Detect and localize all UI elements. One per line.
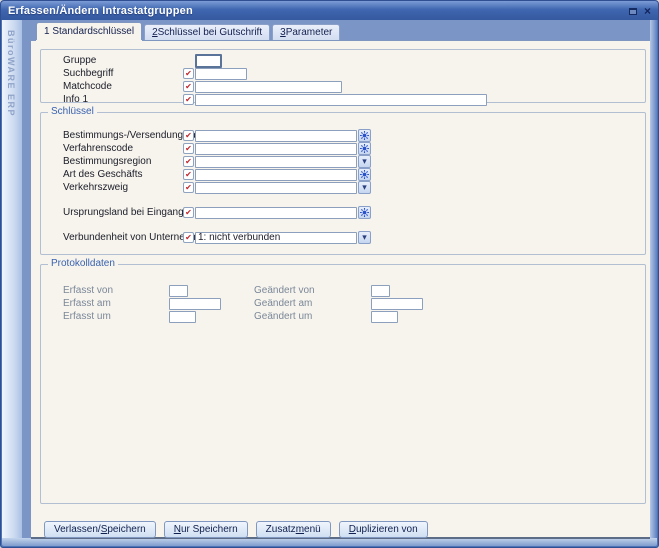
edit-check-icon[interactable]: ✔ [183,156,194,167]
edit-check-icon[interactable]: ✔ [183,94,194,105]
field-row: Erfasst um Geändert um [41,310,645,323]
main-area: 1 Standardschlüssel 2 Schlüssel bei Guts… [31,20,650,539]
tab-parameter[interactable]: 3 Parameter [272,24,340,40]
dropdown-button[interactable]: ▾ [358,181,371,194]
field-row: Bestimmungsregion ✔ ▾ [41,155,645,168]
lookup-gear-button[interactable] [358,206,371,219]
general-group: Gruppe Suchbegriff ✔ Matchcode ✔ Info 1 … [40,49,646,103]
erfasst-am-input[interactable] [169,298,221,310]
edit-check-icon[interactable]: ✔ [183,68,194,79]
verkehrszweig-input[interactable] [195,182,357,194]
field-row: Erfasst am Geändert am [41,297,645,310]
schluessel-group-title: Schlüssel [48,106,97,118]
window-title: Erfassen/Ändern Intrastatgruppen [8,5,629,17]
verfahrenscode-label: Verfahrenscode [63,143,183,154]
dropdown-button[interactable]: ▾ [358,155,371,168]
footer-button-bar: Verlassen/Speichern Nur Speichern Zusatz… [44,521,428,538]
erfasst-um-label: Erfasst um [63,311,169,322]
tab-schluessel-bei-gutschrift[interactable]: 2 Schlüssel bei Gutschrift [144,24,270,40]
field-row: Verkehrszweig ✔ ▾ [41,181,645,194]
titlebar[interactable]: Erfassen/Ändern Intrastatgruppen × [1,1,658,20]
erfasst-von-input[interactable] [169,285,188,297]
art-des-geschaefts-label: Art des Geschäfts [63,169,183,180]
gear-icon [360,208,369,217]
ursprungsland-label: Ursprungsland bei Eingang [63,207,183,218]
lookup-gear-button[interactable] [358,142,371,155]
protokolldaten-group: Protokolldaten Erfasst von Geändert von … [40,264,646,504]
protokolldaten-group-title: Protokolldaten [48,258,118,270]
edit-check-icon[interactable]: ✔ [183,182,194,193]
schluessel-group: Schlüssel Bestimmungs-/Versendungsland ✔… [40,112,646,255]
left-divider [22,20,31,539]
verfahrenscode-input[interactable] [195,143,357,155]
art-des-geschaefts-input[interactable] [195,169,357,181]
matchcode-label: Matchcode [63,81,183,92]
gear-icon [360,131,369,140]
erfasst-um-input[interactable] [169,311,196,323]
chevron-down-icon: ▾ [362,157,367,166]
field-row: Matchcode ✔ [41,80,645,93]
field-row: Suchbegriff ✔ [41,67,645,80]
window-border-bottom [2,538,657,546]
tab-bar: 1 Standardschlüssel 2 Schlüssel bei Guts… [31,20,650,40]
edit-check-icon[interactable]: ✔ [183,143,194,154]
field-row: Verfahrenscode ✔ [41,142,645,155]
verlassen-speichern-button[interactable]: Verlassen/Speichern [44,521,156,538]
gruppe-input[interactable] [195,54,222,68]
restore-icon[interactable] [629,2,637,20]
close-icon[interactable]: × [644,5,651,17]
bestimmungsregion-input[interactable] [195,156,357,168]
chevron-down-icon: ▾ [362,233,367,242]
window-border-right [650,20,657,539]
geaendert-um-label: Geändert um [254,311,371,322]
field-row: Info 1 ✔ [41,93,645,106]
brand-label: BüroWARE ERP [6,30,16,117]
chevron-down-icon: ▾ [362,183,367,192]
nur-speichern-button[interactable]: Nur Speichern [164,521,248,538]
geaendert-am-label: Geändert am [254,298,371,309]
tab-standardschluessel[interactable]: 1 Standardschlüssel [36,22,142,40]
erfasst-von-label: Erfasst von [63,285,169,296]
field-row: Gruppe [41,54,645,67]
dropdown-button[interactable]: ▾ [358,231,371,244]
duplizieren-von-button[interactable]: Duplizieren von [339,521,428,538]
gruppe-label: Gruppe [63,55,183,66]
info1-input[interactable] [195,94,487,106]
lookup-gear-button[interactable] [358,168,371,181]
field-row: Art des Geschäfts ✔ [41,168,645,181]
erfasst-am-label: Erfasst am [63,298,169,309]
geaendert-von-label: Geändert von [254,285,371,296]
matchcode-input[interactable] [195,81,342,93]
ursprungsland-input[interactable] [195,207,357,219]
edit-check-icon[interactable]: ✔ [183,232,194,243]
field-row: Bestimmungs-/Versendungsland ✔ [41,129,645,142]
zusatzmenue-button[interactable]: Zusatzmenü [256,521,331,538]
gear-icon [360,170,369,179]
edit-check-icon[interactable]: ✔ [183,169,194,180]
edit-check-icon[interactable]: ✔ [183,81,194,92]
verbundenheit-select[interactable] [195,232,357,244]
verkehrszweig-label: Verkehrszweig [63,182,183,193]
brand-strip: BüroWARE ERP [2,20,22,539]
edit-check-icon[interactable]: ✔ [183,130,194,141]
dialog-window: Erfassen/Ändern Intrastatgruppen × BüroW… [0,0,659,548]
tab-page-standardschluessel: Gruppe Suchbegriff ✔ Matchcode ✔ Info 1 … [31,40,650,539]
geaendert-um-input[interactable] [371,311,398,323]
geaendert-von-input[interactable] [371,285,390,297]
gear-icon [360,144,369,153]
bestimmungsland-label: Bestimmungs-/Versendungsland [63,130,183,141]
bestimmungsland-input[interactable] [195,130,357,142]
verbundenheit-label: Verbundenheit von Unternehmen [63,232,183,243]
edit-check-icon[interactable]: ✔ [183,207,194,218]
lookup-gear-button[interactable] [358,129,371,142]
field-row: Ursprungsland bei Eingang ✔ [41,206,645,219]
geaendert-am-input[interactable] [371,298,423,310]
field-row: Verbundenheit von Unternehmen ✔ ▾ [41,231,645,244]
suchbegriff-input[interactable] [195,68,247,80]
field-row: Erfasst von Geändert von [41,284,645,297]
bestimmungsregion-label: Bestimmungsregion [63,156,183,167]
suchbegriff-label: Suchbegriff [63,68,183,79]
window-controls: × [629,2,651,20]
info1-label: Info 1 [63,94,183,105]
